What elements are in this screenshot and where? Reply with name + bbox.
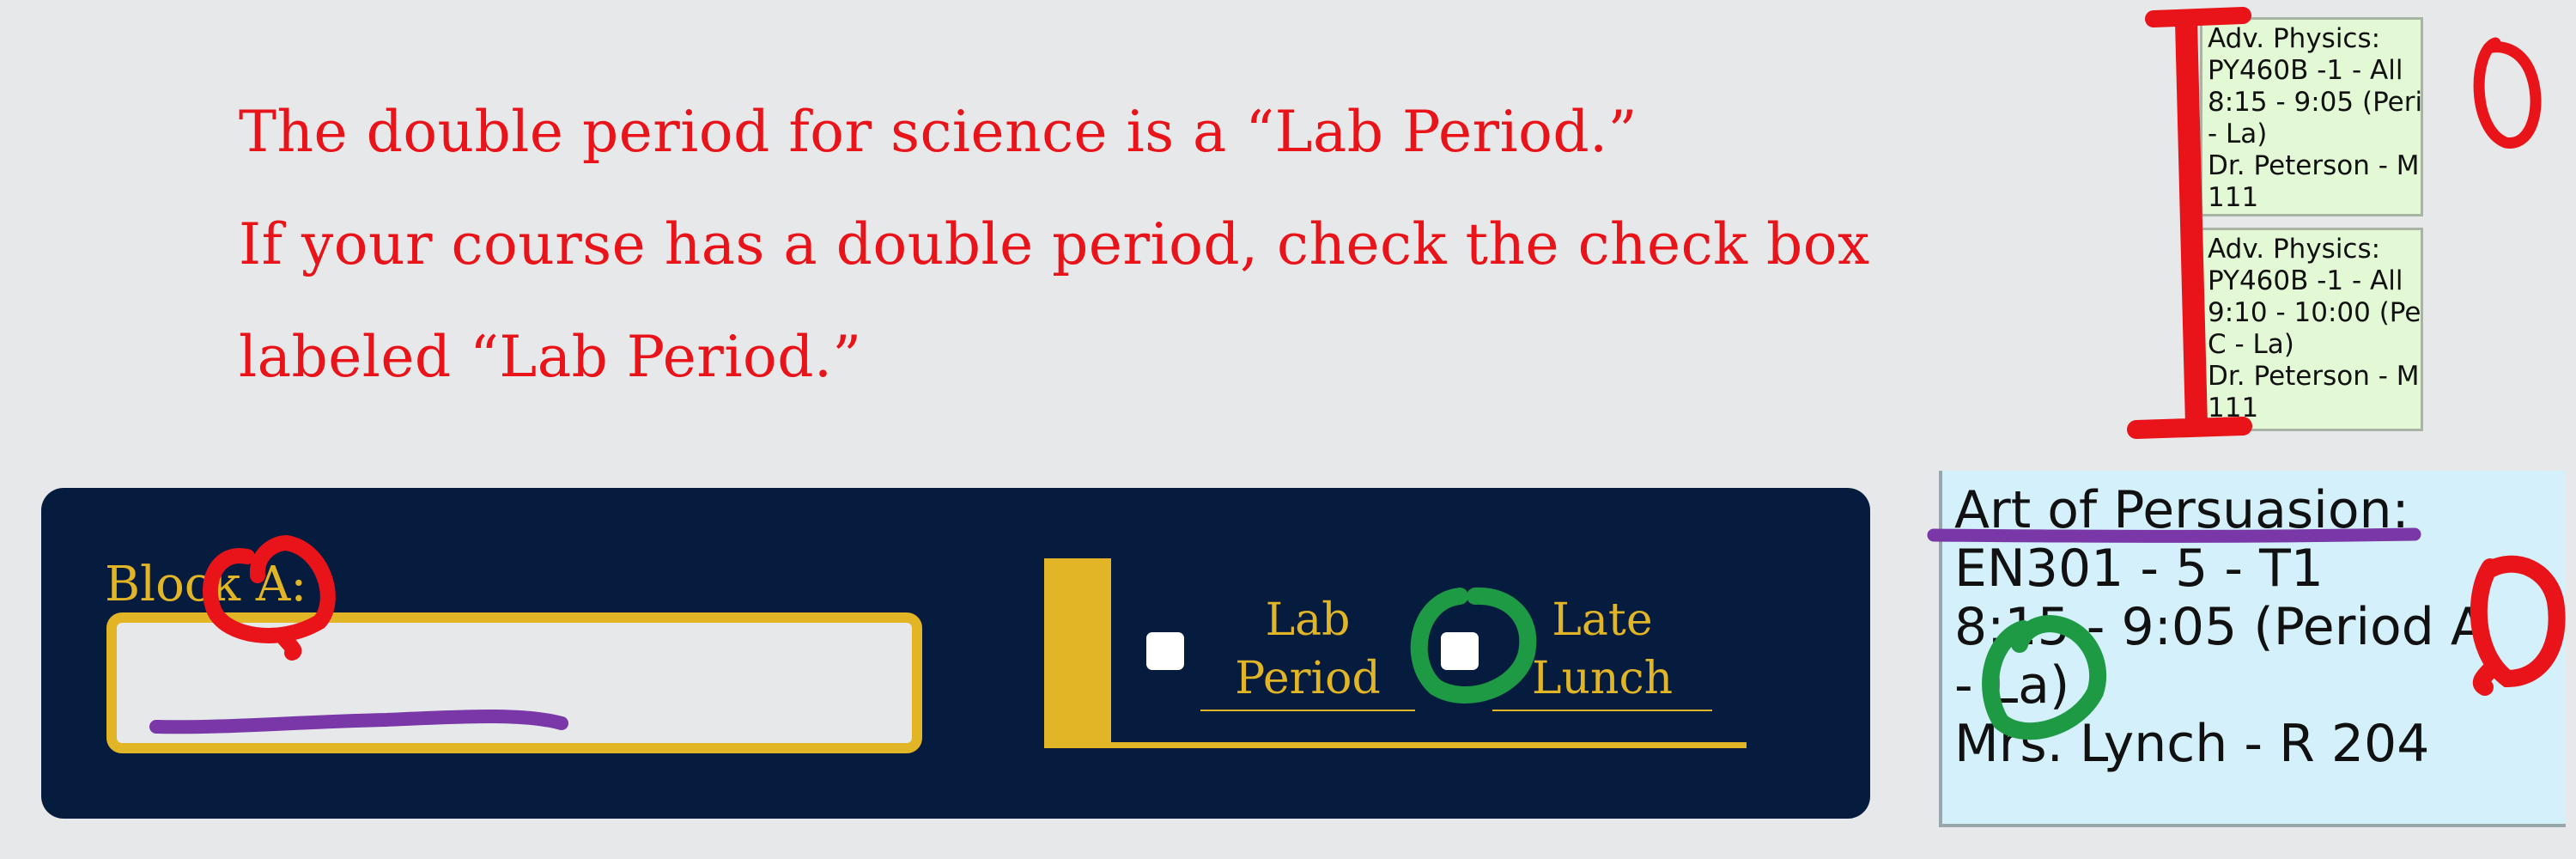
course-time: 9:10 - 10:00 (Period: [2208, 297, 2421, 328]
block-label: Block A:: [105, 557, 307, 612]
course-time-cont: C - La): [2208, 329, 2294, 360]
course-card-art-of-persuasion: Art of Persuasion: EN301 - 5 - T1 8:15 -…: [1939, 471, 2566, 827]
lab-period-label-line1: Lab: [1265, 594, 1351, 646]
course-teacher: Dr. Peterson - MC: [2208, 150, 2423, 181]
block-a-input[interactable]: [106, 612, 922, 753]
course-room: 111: [2208, 182, 2259, 213]
late-lunch-label[interactable]: Late Lunch: [1492, 591, 1712, 711]
late-lunch-label-line1: Late: [1552, 594, 1653, 646]
lab-period-label[interactable]: Lab Period: [1200, 591, 1415, 711]
course-title: Art of Persuasion:: [1954, 480, 2409, 540]
lab-period-checkbox[interactable]: [1146, 632, 1184, 670]
late-lunch-checkbox[interactable]: [1441, 632, 1479, 670]
period-b-circle-annotation: [2473, 37, 2542, 149]
course-time-cont: - La): [1954, 655, 2070, 716]
instruction-text: The double period for science is a “Lab …: [239, 76, 1956, 413]
options-underline: [1044, 742, 1747, 748]
schedule-card-period-c: Adv. Physics: PY460B -1 - All 9:10 - 10:…: [2200, 228, 2423, 431]
course-time: 8:15 - 9:05 (Period B: [2208, 87, 2423, 118]
course-time: 8:15 - 9:05 (Period A: [1954, 597, 2486, 657]
instruction-line-1: The double period for science is a “Lab …: [239, 99, 1637, 165]
course-title: Adv. Physics:: [2208, 23, 2381, 54]
course-room: 111: [2208, 393, 2259, 423]
course-time-cont: - La): [2208, 119, 2268, 149]
course-code: PY460B -1 - All: [2208, 265, 2403, 296]
instruction-line-2: If your course has a double period, chec…: [239, 211, 1870, 277]
lab-period-label-line2: Period: [1235, 653, 1381, 704]
options-accent-bar: [1044, 558, 1111, 747]
schedule-card-period-b: Adv. Physics: PY460B -1 - All 8:15 - 9:0…: [2200, 17, 2423, 216]
course-teacher: Mrs. Lynch - R 204: [1954, 714, 2430, 774]
course-title: Adv. Physics:: [2208, 234, 2381, 265]
instruction-line-3: labeled “Lab Period.”: [239, 324, 862, 390]
course-code: EN301 - 5 - T1: [1954, 539, 2324, 599]
course-code: PY460B -1 - All: [2208, 55, 2403, 86]
course-teacher: Dr. Peterson - MC: [2208, 361, 2423, 392]
late-lunch-label-line2: Lunch: [1531, 653, 1674, 704]
